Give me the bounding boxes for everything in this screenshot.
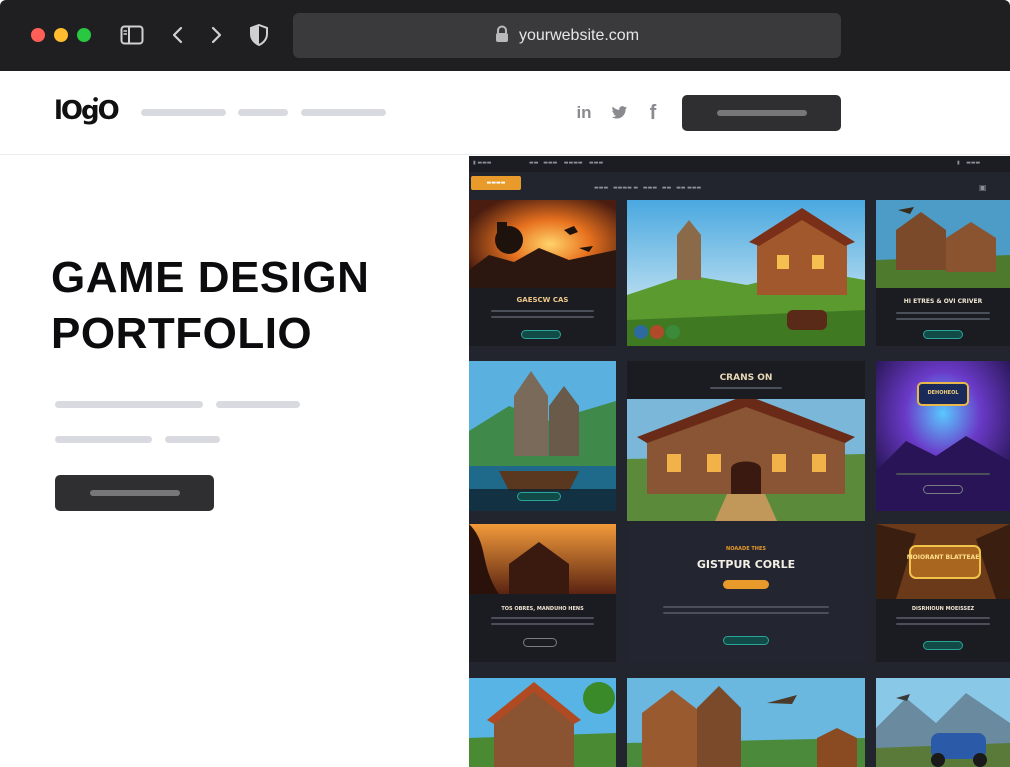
address-bar[interactable]: yourwebsite.com (293, 13, 841, 58)
portfolio-card-2[interactable] (627, 200, 865, 346)
mockup-menu-text: ▮ ▬▬▬ (473, 160, 492, 166)
card-9-title: DISRHIOUN MOEISSEZ (911, 606, 975, 612)
card-7-copy-1 (491, 617, 594, 619)
card-9-copy-1 (896, 617, 990, 619)
portfolio-card-10[interactable] (469, 678, 616, 767)
hero-cta-label-placeholder (89, 490, 180, 496)
card-5-title: CRANS ON (719, 373, 773, 383)
card-8-kicker: NOAADE THES (726, 546, 766, 552)
card-3-button[interactable] (923, 330, 963, 339)
logo-registered-mark: ● (93, 96, 99, 103)
nav-link-2[interactable] (238, 109, 288, 116)
card-9-copy-2 (896, 623, 990, 625)
card-9-artwork (876, 524, 1010, 599)
browser-chrome: yourwebsite.com (0, 0, 1010, 71)
card-6-sign: DEHOHEOL (927, 390, 959, 396)
address-text: yourwebsite.com (518, 26, 640, 44)
nav-link-1[interactable] (141, 109, 226, 116)
hero-title: GAME DESIGN PORTFOLIO (51, 250, 431, 362)
card-9-button[interactable] (923, 641, 963, 650)
portfolio-card-1[interactable]: GAESCW CAS (469, 200, 616, 346)
nav-link-3[interactable] (301, 109, 386, 116)
mockup-nav-text: ▬▬ ▬▬▬ ▬▬▬▬ ▬▬▬ (529, 160, 604, 166)
maximize-window-button[interactable] (77, 28, 91, 42)
back-chevron-icon[interactable] (165, 22, 191, 48)
hero-title-line-1: GAME DESIGN (51, 253, 370, 302)
card-11-artwork (627, 678, 865, 767)
close-window-button[interactable] (31, 28, 45, 42)
portfolio-card-8[interactable]: NOAADE THES GISTPUR CORLE (627, 524, 865, 662)
card-3-copy-2 (896, 318, 990, 320)
portfolio-card-4[interactable] (469, 361, 616, 511)
hero-text-placeholder-4 (165, 436, 220, 443)
hero-text-placeholder-2 (216, 401, 300, 408)
portfolio-card-12[interactable] (876, 678, 1010, 767)
card-9-sign: MOIORANT BLATTEAE (906, 554, 980, 561)
card-2-artwork (627, 200, 865, 346)
header-cta-label-placeholder (716, 110, 807, 116)
mockup-login-text: ▮ ▬▬▬ (957, 160, 981, 166)
facebook-icon[interactable]: f (643, 101, 663, 125)
hero-text-placeholder-1 (55, 401, 203, 408)
card-1-copy-1 (491, 310, 594, 312)
site-header: lOgO ● in f (0, 71, 1010, 155)
minimize-window-button[interactable] (54, 28, 68, 42)
card-1-button[interactable] (521, 330, 561, 339)
lock-icon (495, 24, 509, 47)
card-8-title: GISTPUR CORLE (696, 558, 796, 571)
forward-chevron-icon[interactable] (203, 22, 229, 48)
twitter-icon[interactable] (609, 101, 629, 125)
portfolio-card-3[interactable]: HI ETRES & OVI CRIVER (876, 200, 1010, 346)
card-6-button[interactable] (923, 485, 963, 494)
card-1-title: GAESCW CAS (516, 296, 569, 304)
site-logo[interactable]: lOgO (54, 96, 120, 126)
mockup-filter-text: ▬▬▬ ▬▬▬▬ ▬ ▬▬▬ ▬▬ ▬▬ ▬▬▬ (594, 185, 702, 191)
card-3-title: HI ETRES & OVI CRIVER (903, 298, 983, 305)
portfolio-card-6[interactable]: DEHOHEOL (876, 361, 1010, 511)
hero-text-placeholder-3 (55, 436, 152, 443)
portfolio-mockup: ▮ ▬▬▬ ▬▬ ▬▬▬ ▬▬▬▬ ▬▬▬ ▮ ▬▬▬ ▬▬▬▬ ▬▬▬ ▬▬▬… (469, 156, 1010, 767)
card-12-artwork (876, 678, 1010, 767)
card-1-artwork (469, 200, 616, 288)
card-8-copy-2 (662, 612, 830, 614)
shield-icon[interactable] (246, 22, 272, 48)
hero-cta-button[interactable] (55, 475, 214, 511)
portfolio-card-5[interactable]: CRANS ON (627, 361, 865, 521)
card-7-title: TOS OBRES, MANDUHO HENS (501, 606, 584, 612)
card-8-copy-1 (662, 606, 830, 608)
portfolio-card-9[interactable]: MOIORANT BLATTEAE DISRHIOUN MOEISSEZ (876, 524, 1010, 662)
card-8-orange-button[interactable] (723, 580, 769, 589)
card-4-artwork (469, 361, 616, 511)
portfolio-card-7[interactable]: TOS OBRES, MANDUHO HENS (469, 524, 616, 662)
linkedin-icon[interactable]: in (573, 101, 595, 125)
mockup-orange-badge[interactable]: ▬▬▬▬ (471, 176, 521, 190)
mockup-icon: ▣ (979, 183, 987, 192)
card-1-copy-2 (491, 316, 594, 318)
card-5-copy (710, 387, 782, 389)
portfolio-card-11[interactable] (627, 678, 865, 767)
card-3-artwork (876, 200, 1010, 288)
card-8-teal-button[interactable] (723, 636, 769, 645)
header-cta-button[interactable] (682, 95, 841, 131)
card-3-copy-1 (896, 312, 990, 314)
card-6-copy (896, 473, 990, 475)
sidebar-icon[interactable] (119, 22, 145, 48)
card-7-copy-2 (491, 623, 594, 625)
card-4-button[interactable] (517, 492, 561, 501)
hero-title-line-2: PORTFOLIO (51, 309, 313, 358)
card-7-artwork (469, 524, 616, 594)
card-7-button[interactable] (523, 638, 557, 647)
card-5-artwork (627, 399, 865, 521)
card-10-artwork (469, 678, 616, 767)
